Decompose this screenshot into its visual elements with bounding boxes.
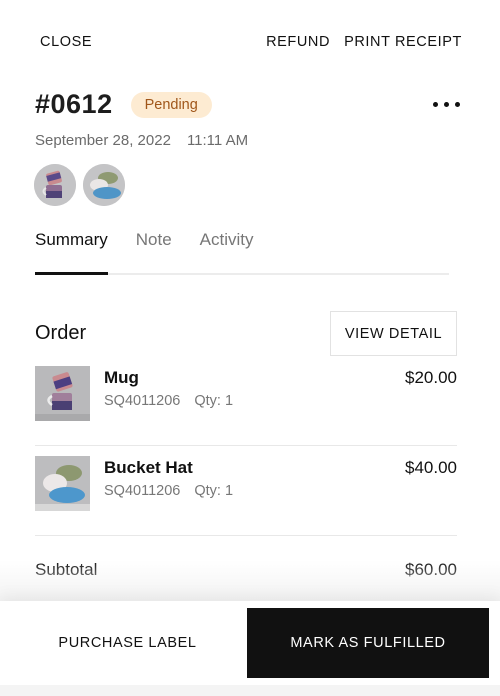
item-name: Bucket Hat — [104, 458, 193, 477]
more-horizontal-icon — [444, 102, 449, 107]
item-qty: Qty: 1 — [194, 393, 234, 409]
order-number: #0612 — [35, 89, 113, 119]
tab-bar: Summary Note Activity — [35, 230, 449, 275]
item-name: Mug — [104, 368, 139, 387]
status-badge: Pending — [130, 91, 212, 118]
mug-image-icon — [35, 366, 90, 421]
order-detail-screen: CLOSE REFUND PRINT RECEIPT #0612 Pending… — [0, 0, 500, 696]
avatar-bucket-hat[interactable] — [83, 164, 125, 206]
order-date: September 28, 2022 — [35, 132, 171, 149]
tab-summary[interactable]: Summary — [35, 230, 108, 275]
order-datetime: September 28, 2022 11:11 AM — [35, 132, 248, 149]
item-sku: SQ4011206 — [104, 483, 181, 499]
refund-button[interactable]: REFUND — [266, 34, 330, 50]
product-avatars — [34, 164, 125, 206]
more-horizontal-icon — [433, 102, 438, 107]
view-detail-button[interactable]: VIEW DETAIL — [330, 311, 457, 356]
order-header: #0612 Pending — [35, 89, 460, 120]
scroll-fade — [0, 560, 500, 605]
bottom-strip — [0, 685, 500, 696]
mug-image-icon — [34, 164, 76, 206]
item-price: $40.00 — [405, 458, 457, 477]
item-info: Mug SQ4011206 Qty: 1 — [104, 366, 233, 445]
item-sku: SQ4011206 — [104, 393, 181, 409]
item-info: Bucket Hat SQ4011206 Qty: 1 — [104, 456, 233, 535]
tab-activity[interactable]: Activity — [200, 230, 254, 273]
more-horizontal-icon — [455, 102, 460, 107]
bucket-hat-image-icon — [83, 164, 125, 206]
order-section: Order VIEW DETAIL Mug SQ4011206 Qty: 1 $… — [35, 311, 457, 580]
order-time: 11:11 AM — [186, 132, 249, 149]
order-title-row: Order VIEW DETAIL — [35, 311, 457, 356]
line-item[interactable]: Bucket Hat SQ4011206 Qty: 1 $40.00 — [35, 446, 457, 536]
close-button[interactable]: CLOSE — [40, 34, 92, 50]
mark-as-fulfilled-button[interactable]: MARK AS FULFILLED — [247, 608, 489, 678]
item-qty: Qty: 1 — [194, 483, 234, 499]
order-section-title: Order — [35, 322, 87, 344]
line-item[interactable]: Mug SQ4011206 Qty: 1 $20.00 — [35, 356, 457, 446]
item-thumbnail — [35, 456, 90, 511]
more-options-button[interactable] — [433, 96, 460, 113]
item-thumbnail — [35, 366, 90, 421]
avatar-mug[interactable] — [34, 164, 76, 206]
print-receipt-button[interactable]: PRINT RECEIPT — [344, 34, 462, 50]
bucket-hat-image-icon — [35, 456, 90, 511]
tab-note[interactable]: Note — [136, 230, 172, 273]
top-bar: CLOSE REFUND PRINT RECEIPT — [40, 34, 462, 50]
item-price: $20.00 — [405, 368, 457, 387]
item-meta: SQ4011206 Qty: 1 — [104, 483, 233, 499]
item-meta: SQ4011206 Qty: 1 — [104, 393, 233, 409]
top-actions: REFUND PRINT RECEIPT — [266, 34, 462, 50]
purchase-label-button[interactable]: PURCHASE LABEL — [40, 610, 215, 676]
